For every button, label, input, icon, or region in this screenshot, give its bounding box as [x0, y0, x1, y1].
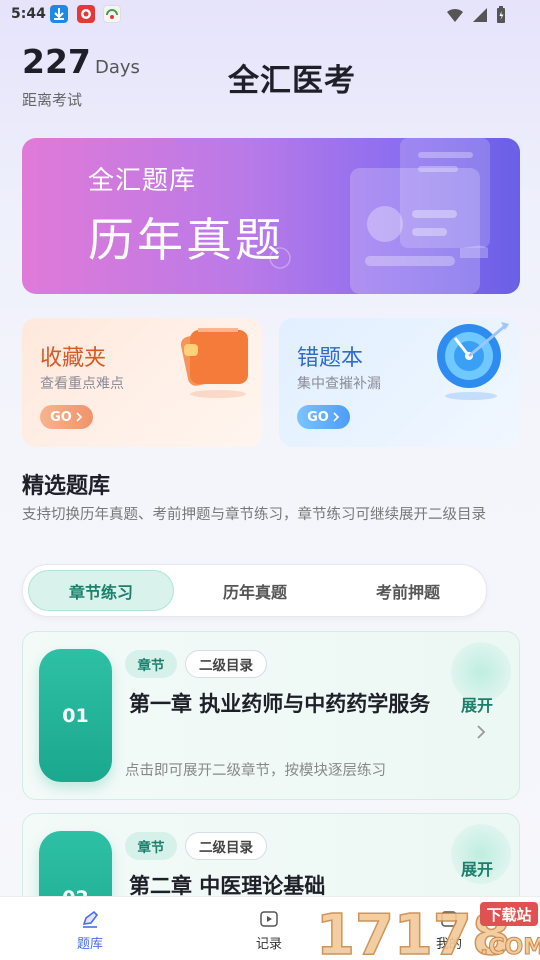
- favorites-title: 收藏夹: [40, 346, 107, 371]
- mistakes-title: 错题本: [297, 346, 364, 371]
- chapter-tag: 章节: [125, 832, 177, 860]
- go-label: GO: [307, 409, 329, 425]
- signal-icon: [473, 8, 487, 22]
- chevron-right-icon: [76, 412, 82, 422]
- battery-icon: [497, 6, 505, 23]
- browser-notification-icon: [103, 5, 121, 23]
- days-countdown-number: 227: [22, 42, 91, 81]
- watermark-suffix: .COM: [480, 935, 540, 960]
- nav-label: 记录: [255, 937, 282, 952]
- tab-mock-predictions[interactable]: 考前押题: [335, 570, 481, 611]
- mistakes-card[interactable]: 错题本 集中查摧补漏 GO: [279, 318, 519, 447]
- status-bar: 5:44: [0, 0, 540, 32]
- days-unit: Days: [95, 57, 140, 78]
- folder-icon: [180, 328, 248, 398]
- subcatalog-tag: 二级目录: [185, 832, 267, 860]
- tab-chapter-practice[interactable]: 章节练习: [28, 570, 174, 611]
- chapter-card[interactable]: 01 章节 二级目录 第一章 执业药师与中药药学服务 点击即可展开二级章节，按模…: [22, 631, 520, 800]
- favorites-go-button[interactable]: GO: [40, 405, 93, 429]
- chapter-hint: 点击即可展开二级章节，按模块逐层练习: [125, 763, 386, 779]
- go-label: GO: [50, 409, 72, 425]
- subcatalog-tag: 二级目录: [185, 650, 267, 678]
- section-title: 精选题库: [22, 474, 111, 499]
- target-icon: [437, 322, 509, 400]
- chapter-title: 第一章 执业药师与中药药学服务: [129, 692, 431, 716]
- chevron-right-icon: [333, 412, 339, 422]
- banner-title: 历年真题: [88, 213, 284, 267]
- section-description: 支持切换历年真题、考前押题与章节练习，章节练习可继续展开二级目录: [22, 507, 486, 523]
- mistakes-subtitle: 集中查摧补漏: [297, 376, 381, 392]
- chapter-number: 01: [39, 649, 112, 782]
- wifi-icon: [447, 8, 463, 22]
- nav-question-bank[interactable]: 题库: [50, 909, 130, 952]
- nav-records[interactable]: 记录: [229, 909, 309, 952]
- tab-past-exams[interactable]: 历年真题: [182, 570, 328, 611]
- nav-label: 题库: [76, 937, 103, 952]
- app-title: 全汇医考: [228, 63, 356, 99]
- chevron-right-icon[interactable]: [475, 724, 487, 740]
- document-illustration-icon: [269, 138, 490, 294]
- mistakes-go-button[interactable]: GO: [297, 405, 350, 429]
- app-notification-icon: [77, 5, 95, 23]
- days-countdown-label: 距离考试: [22, 91, 83, 109]
- expand-button[interactable]: 展开: [461, 856, 493, 880]
- system-status-icons: [446, 6, 506, 24]
- site-watermark-logo: 17178 下载站 .COM: [315, 902, 540, 960]
- download-notification-icon: [50, 5, 68, 23]
- watermark-badge: 下载站: [486, 906, 531, 924]
- play-icon: [260, 911, 278, 927]
- past-exams-banner[interactable]: 全汇题库 历年真题: [22, 138, 520, 294]
- favorites-card[interactable]: 收藏夹 查看重点难点 GO: [22, 318, 262, 447]
- question-bank-tabs: 章节练习 历年真题 考前押题: [22, 564, 487, 617]
- status-time: 5:44: [11, 6, 46, 22]
- banner-subtitle: 全汇题库: [88, 166, 197, 196]
- pencil-icon: [82, 910, 99, 928]
- expand-button[interactable]: 展开: [461, 692, 493, 716]
- favorites-subtitle: 查看重点难点: [40, 376, 124, 392]
- chapter-tag: 章节: [125, 650, 177, 678]
